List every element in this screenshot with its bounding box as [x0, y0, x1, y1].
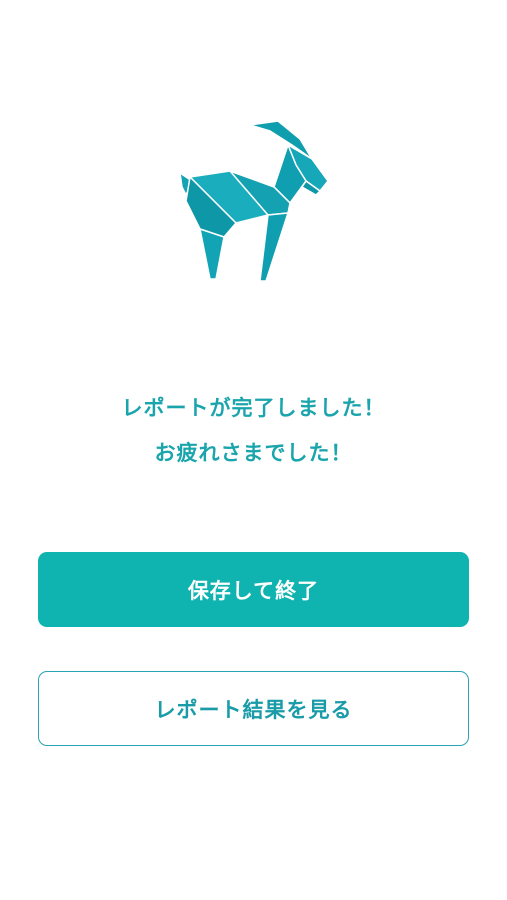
view-report-button[interactable]: レポート結果を見る — [38, 671, 469, 746]
report-complete-screen: レポートが完了しました！ お疲れさまでした！ 保存して終了 レポート結果を見る — [0, 0, 507, 900]
save-and-finish-button[interactable]: 保存して終了 — [38, 552, 469, 627]
completion-message: レポートが完了しました！ — [121, 396, 386, 420]
origami-goat-icon — [170, 115, 335, 283]
thanks-message: お疲れさまでした！ — [154, 441, 353, 465]
